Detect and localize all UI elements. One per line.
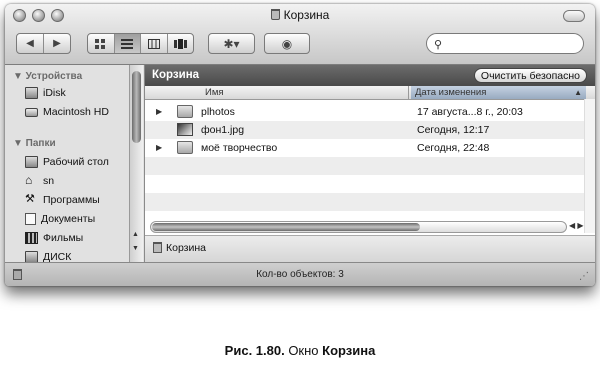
column-date-label: Дата изменения: [415, 87, 487, 98]
icon-view-button[interactable]: [88, 34, 115, 53]
column-divider[interactable]: [408, 86, 409, 99]
nav-buttons: ◀ ▶: [16, 33, 71, 54]
empty-row: [145, 175, 585, 193]
sidebar-item-movies[interactable]: Фильмы: [25, 232, 83, 244]
file-name: моё творчество: [201, 142, 278, 154]
item-count: Кол-во объектов: 3: [256, 269, 344, 280]
column-view-icon: [147, 38, 160, 49]
caption-prefix: Рис. 1.80.: [224, 343, 285, 358]
path-bar: Корзина: [145, 235, 595, 263]
documents-icon: [25, 213, 36, 225]
table-row[interactable]: ▶ моё творчество Сегодня, 22:48: [145, 139, 585, 157]
disclosure-triangle-icon[interactable]: ▶: [156, 143, 162, 152]
sidebar-item-label: Рабочий стол: [43, 156, 109, 168]
sidebar-item-home[interactable]: ⌂ sn: [25, 173, 55, 187]
sidebar-item-label: Программы: [43, 194, 100, 206]
forward-button[interactable]: ▶: [44, 34, 70, 53]
caption-bold: Корзина: [322, 343, 376, 358]
scroll-down-icon[interactable]: ▼: [132, 245, 139, 252]
table-row[interactable]: фон1.jpg Сегодня, 12:17: [145, 121, 585, 139]
file-date: Сегодня, 22:48: [417, 142, 490, 154]
horizontal-scroll-arrows[interactable]: ◀ ▶: [569, 221, 584, 230]
sidebar-scroll-thumb[interactable]: [132, 71, 141, 143]
file-name: plhotos: [201, 106, 235, 118]
window-title: Корзина: [5, 8, 595, 22]
idisk-icon: [25, 87, 38, 99]
empty-row: [145, 193, 585, 211]
desktop-icon: [25, 156, 38, 168]
film-icon: [25, 232, 38, 244]
resize-grip-icon[interactable]: ⋰: [579, 271, 589, 282]
sidebar-item-label: Фильмы: [43, 232, 84, 244]
sidebar-item-label: Macintosh HD: [43, 106, 109, 118]
sidebar-item-desktop[interactable]: Рабочий стол: [25, 156, 109, 168]
action-menu-button[interactable]: ✱▾: [208, 33, 255, 54]
file-name: фон1.jpg: [201, 124, 245, 136]
scroll-up-icon[interactable]: ▲: [132, 231, 139, 238]
icon-view-icon: [95, 38, 106, 49]
list-view-icon: [121, 38, 134, 49]
search-field[interactable]: ⚲: [426, 33, 584, 54]
file-date: Сегодня, 12:17: [417, 124, 490, 136]
location-title: Корзина: [152, 69, 200, 81]
caption-middle: Окно: [284, 343, 323, 358]
view-switcher: [87, 33, 194, 54]
sort-ascending-icon: ▲: [574, 88, 582, 97]
sidebar-item-documents[interactable]: Документы: [25, 213, 95, 225]
sidebar-item-label: sn: [43, 175, 55, 187]
finder-window: Корзина ◀ ▶ ✱▾ ◉ ⚲ ▼ Устройства iDisk Ma…: [5, 4, 595, 286]
sidebar-item-label: ДИСК: [43, 251, 72, 262]
trash-icon: [270, 9, 280, 20]
window-title-text: Корзина: [283, 8, 330, 22]
sidebar-item-idisk[interactable]: iDisk: [25, 87, 66, 99]
search-icon: ⚲: [434, 39, 443, 51]
column-name-header[interactable]: Имя: [205, 87, 224, 98]
sidebar-group-devices: ▼ Устройства: [13, 71, 83, 82]
main-pane: Корзина Очистить безопасно Имя Дата изме…: [145, 65, 595, 263]
hard-drive-icon: [25, 107, 38, 117]
table-row[interactable]: ▶ plhotos 17 августа...8 г., 20:03: [145, 103, 585, 121]
sidebar-item-label: Документы: [41, 213, 96, 225]
secure-empty-button[interactable]: Очистить безопасно: [473, 68, 587, 83]
folder-icon: [25, 251, 38, 262]
toolbar: Корзина ◀ ▶ ✱▾ ◉ ⚲: [5, 4, 595, 65]
horizontal-scrollbar[interactable]: [150, 221, 567, 233]
home-icon: ⌂: [25, 173, 33, 187]
column-header: Имя Дата изменения ▲: [145, 86, 595, 100]
status-bar: Кол-во объектов: 3 ⋰: [5, 262, 595, 286]
sidebar-group-folders: ▼ Папки: [13, 138, 56, 149]
file-date: 17 августа...8 г., 20:03: [417, 106, 523, 118]
trash-icon: [153, 242, 162, 253]
image-file-icon: [177, 123, 193, 136]
coverflow-view-icon: [173, 38, 187, 49]
disclosure-triangle-icon[interactable]: ▶: [156, 107, 162, 116]
quick-look-button[interactable]: ◉: [264, 33, 310, 54]
sidebar-item-macintosh-hd[interactable]: Macintosh HD: [25, 106, 109, 118]
location-header: Корзина Очистить безопасно: [145, 65, 595, 86]
eye-icon: ◉: [281, 36, 293, 51]
empty-row: [145, 157, 585, 175]
column-date-header[interactable]: Дата изменения ▲: [411, 86, 586, 99]
back-button[interactable]: ◀: [17, 34, 44, 53]
sidebar-item-disk[interactable]: ДИСК: [25, 251, 71, 262]
sidebar: ▼ Устройства iDisk Macintosh HD ▼ Папки …: [5, 65, 145, 262]
gear-icon: ✱▾: [223, 36, 240, 51]
sidebar-item-label: iDisk: [43, 87, 66, 99]
horizontal-scroll-thumb[interactable]: [152, 223, 420, 231]
back-arrow-icon: ◀: [26, 38, 34, 49]
coverflow-view-button[interactable]: [168, 34, 194, 53]
path-bar-item[interactable]: Корзина: [153, 242, 206, 254]
folder-icon: [177, 105, 193, 118]
sidebar-scrollbar[interactable]: ▲ ▼: [129, 65, 143, 262]
vertical-scroll-track[interactable]: [584, 99, 595, 233]
sidebar-item-applications[interactable]: ⚒ Программы: [25, 193, 100, 207]
column-view-button[interactable]: [141, 34, 168, 53]
figure-caption: Рис. 1.80. Окно Корзина: [0, 343, 600, 358]
path-bar-label: Корзина: [166, 242, 206, 254]
forward-arrow-icon: ▶: [53, 38, 61, 49]
toolbar-toggle-button[interactable]: [563, 10, 585, 22]
list-view-button[interactable]: [114, 34, 141, 53]
folder-icon: [177, 141, 193, 154]
applications-icon: ⚒: [25, 193, 35, 205]
